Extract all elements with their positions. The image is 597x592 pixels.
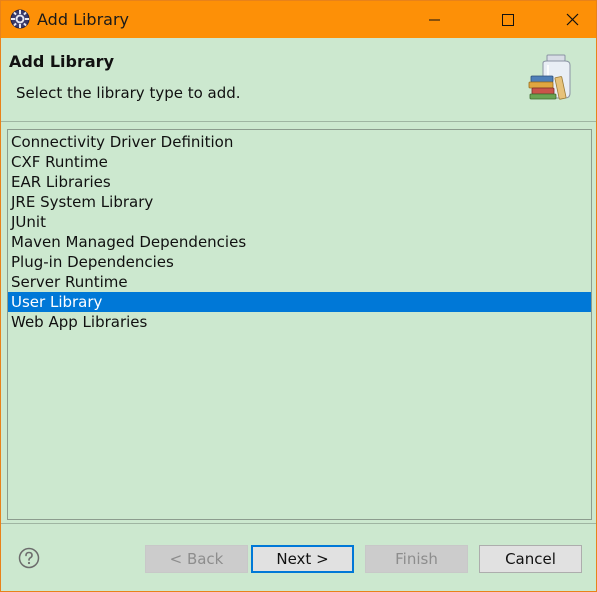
page-title: Add Library xyxy=(9,52,114,71)
library-books-jar-icon xyxy=(527,53,577,103)
wizard-header: Add Library Select the library type to a… xyxy=(1,38,596,121)
list-item[interactable]: JRE System Library xyxy=(8,192,591,212)
help-question-icon xyxy=(18,547,40,569)
close-icon xyxy=(566,13,579,26)
list-item[interactable]: JUnit xyxy=(8,212,591,232)
help-button[interactable] xyxy=(18,547,40,569)
list-item[interactable]: EAR Libraries xyxy=(8,172,591,192)
list-item[interactable]: Connectivity Driver Definition xyxy=(8,132,591,152)
back-button[interactable]: < Back xyxy=(145,545,248,573)
list-item[interactable]: User Library xyxy=(8,292,591,312)
title-bar[interactable]: Add Library xyxy=(1,1,596,38)
maximize-icon xyxy=(502,14,514,26)
finish-button[interactable]: Finish xyxy=(365,545,468,573)
next-button[interactable]: Next > xyxy=(251,545,354,573)
library-type-list[interactable]: Connectivity Driver Definition CXF Runtim… xyxy=(7,129,592,520)
list-item[interactable]: CXF Runtime xyxy=(8,152,591,172)
list-item[interactable]: Server Runtime xyxy=(8,272,591,292)
list-item[interactable]: Plug-in Dependencies xyxy=(8,252,591,272)
add-library-dialog: Add Library Add Library Select the libra… xyxy=(0,0,597,592)
list-item[interactable]: Web App Libraries xyxy=(8,312,591,332)
maximize-button[interactable] xyxy=(485,1,531,38)
list-item[interactable]: Maven Managed Dependencies xyxy=(8,232,591,252)
minimize-button[interactable] xyxy=(412,1,458,38)
cancel-button[interactable]: Cancel xyxy=(479,545,582,573)
footer-separator xyxy=(1,523,596,524)
close-button[interactable] xyxy=(550,1,596,38)
eclipse-gear-icon xyxy=(10,9,30,29)
minimize-icon xyxy=(429,19,440,21)
page-description: Select the library type to add. xyxy=(16,84,241,102)
header-separator xyxy=(1,121,596,122)
window-title: Add Library xyxy=(37,10,130,29)
